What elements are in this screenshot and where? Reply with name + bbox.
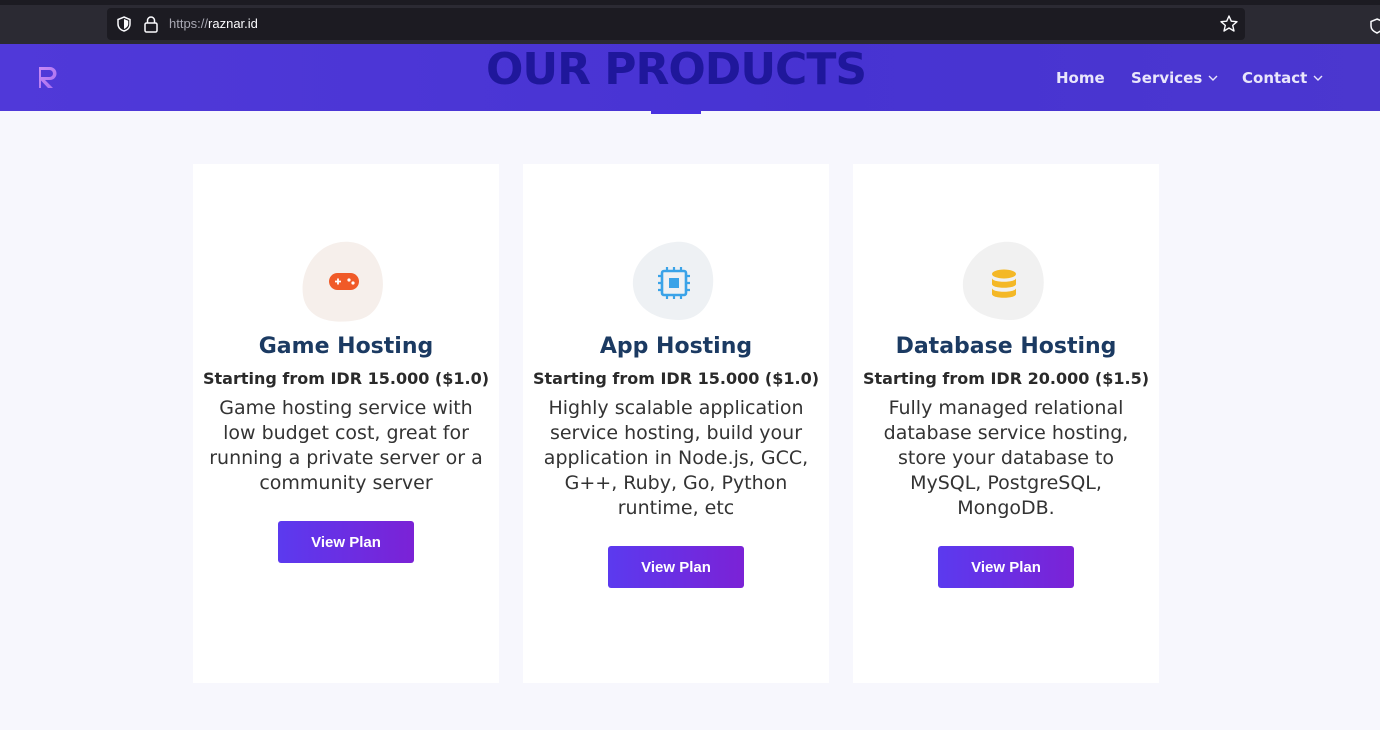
product-card-app-hosting: App Hosting Starting from IDR 15.000 ($1… [523, 164, 829, 683]
gamepad-icon [302, 241, 383, 322]
extension-shield-icon[interactable] [1370, 18, 1380, 34]
card-title: Game Hosting [258, 334, 434, 359]
view-plan-button[interactable]: View Plan [938, 546, 1074, 588]
card-price: Starting from IDR 20.000 ($1.5) [862, 369, 1150, 388]
shield-icon[interactable] [116, 16, 132, 32]
card-price: Starting from IDR 15.000 ($1.0) [202, 369, 490, 388]
card-price: Starting from IDR 15.000 ($1.0) [532, 369, 820, 388]
view-plan-button[interactable]: View Plan [608, 546, 744, 588]
product-card-game-hosting: Game Hosting Starting from IDR 15.000 ($… [193, 164, 499, 683]
card-title: Database Hosting [895, 334, 1117, 359]
card-title: App Hosting [599, 334, 753, 359]
database-icon [962, 241, 1044, 320]
address-bar[interactable]: https://raznar.id [107, 8, 1245, 40]
url-text[interactable]: https://raznar.id [169, 16, 258, 31]
card-description: Highly scalable application service host… [543, 397, 809, 519]
product-card-database-hosting: Database Hosting Starting from IDR 20.00… [853, 164, 1159, 683]
bookmark-star-icon[interactable] [1219, 14, 1239, 34]
cpu-chip-icon [632, 241, 714, 320]
card-description: Game hosting service with low budget cos… [209, 397, 483, 494]
browser-toolbar: https://raznar.id [0, 0, 1380, 44]
url-protocol: https:// [169, 16, 209, 31]
view-plan-button[interactable]: View Plan [278, 521, 414, 563]
title-underline [651, 110, 701, 114]
lock-icon[interactable] [143, 15, 159, 33]
url-host: raznar.id [208, 16, 258, 31]
section-title: OUR PRODUCTS [485, 44, 867, 95]
card-description: Fully managed relational database servic… [883, 397, 1129, 519]
